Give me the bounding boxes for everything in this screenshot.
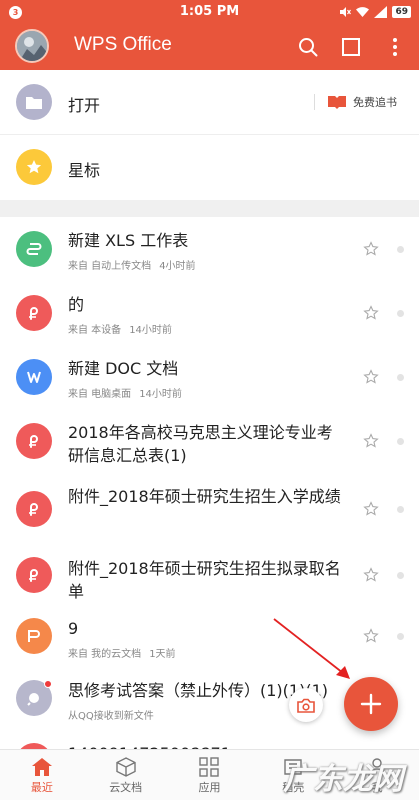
avatar[interactable] [15,29,49,63]
multi-select-icon[interactable] [340,36,362,58]
mute-icon [340,7,352,17]
signal-icon [374,6,388,18]
starred-icon [16,149,52,185]
star-icon[interactable] [363,501,379,517]
file-meta: 来自 自动上传文档 4小时前 [68,257,196,272]
nav-apps-label: 应用 [198,781,221,794]
file-source: 从QQ接收到新文件 [68,711,154,722]
pdf-file-icon [16,557,52,593]
app-bar: WPS Office [0,24,419,70]
star-icon[interactable] [363,305,379,321]
more-dot[interactable] [397,374,404,381]
star-icon[interactable] [363,628,379,644]
more-dot[interactable] [397,572,404,579]
more-dot[interactable] [397,246,404,253]
section-divider [0,200,419,217]
nav-recent-label: 最近 [30,781,53,794]
file-source: 来自 本设备 [68,325,122,336]
file-meta: 来自 电脑桌面 14小时前 [68,385,182,400]
file-meta: 来自 我的云文档 1天前 [68,645,176,660]
more-dot[interactable] [397,633,404,640]
star-icon[interactable] [363,567,379,583]
file-source: 来自 我的云文档 [68,649,142,660]
plus-icon [360,693,382,715]
nav-apps[interactable]: 应用 [168,750,252,800]
status-icons: 69 [339,5,411,19]
nav-cloud-docs-label: 云文档 [109,781,143,794]
grid-icon [199,757,220,777]
file-row[interactable]: 附件_2018年硕士研究生招生拟录取名单 [0,545,419,605]
file-name: 新建 DOC 文档 [68,359,179,378]
file-row[interactable]: 附件_2018年硕士研究生招生入学成绩 [0,473,419,545]
file-row[interactable]: 新建 XLS 工作表来自 自动上传文档 4小时前 [0,217,419,281]
file-time: 4小时前 [159,261,196,272]
home-icon [31,758,52,776]
file-meta: 来自 本设备 14小时前 [68,321,172,336]
star-icon[interactable] [363,241,379,257]
unread-dot [44,680,52,688]
free-books-label: 免费追书 [353,96,397,109]
wifi-icon [356,7,370,17]
file-name: 附件_2018年硕士研究生招生入学成绩 [68,487,341,506]
xls-file-icon [16,231,52,267]
more-options-icon[interactable] [384,36,406,58]
pdf-file-icon [16,491,52,527]
nav-recent[interactable]: 最近 [0,750,84,800]
search-icon[interactable] [297,36,319,58]
watermark: 广东龙网 [283,762,403,797]
ppt-file-icon [16,618,52,654]
qq-file-icon [16,680,52,716]
file-name: 2018年各高校马克思主义理论专业考研信息汇总表(1) [68,423,333,465]
file-name: 附件_2018年硕士研究生招生拟录取名单 [68,559,341,601]
file-row[interactable]: 新建 DOC 文档来自 电脑桌面 14小时前 [0,345,419,409]
file-source: 来自 自动上传文档 [68,261,152,272]
file-name: 的 [68,295,85,314]
divider [314,94,315,110]
star-icon[interactable] [363,433,379,449]
file-time: 1天前 [149,649,176,660]
status-bar: 3 1:05 PM 69 [0,0,419,24]
more-dot[interactable] [397,506,404,513]
more-dot[interactable] [397,438,404,445]
open-row[interactable]: 打开 免费追书 [0,70,419,135]
file-row[interactable]: 9 来自 我的云文档 1天前 [0,605,419,667]
pdf-file-icon [16,295,52,331]
open-label: 打开 [68,96,101,115]
folder-icon [16,84,52,120]
cube-icon [115,757,136,777]
star-icon[interactable] [363,369,379,385]
more-dot[interactable] [397,310,404,317]
free-books-button[interactable]: 免费追书 [314,94,397,110]
file-meta: 从QQ接收到新文件 [68,707,154,722]
book-icon [328,96,346,109]
camera-scan-button[interactable] [289,688,323,722]
file-row[interactable]: 的来自 本设备 14小时前 [0,281,419,345]
doc-file-icon [16,359,52,395]
file-source: 来自 电脑桌面 [68,389,132,400]
file-time: 14小时前 [139,389,182,400]
starred-label: 星标 [68,161,101,180]
starred-row[interactable]: 星标 [0,135,419,200]
arrow-annotation [273,618,350,679]
nav-cloud-docs[interactable]: 云文档 [84,750,168,800]
file-row[interactable]: 2018年各高校马克思主义理论专业考研信息汇总表(1) [0,409,419,473]
pdf-file-icon [16,423,52,459]
battery-level: 69 [392,6,411,18]
app-title: WPS Office [74,34,172,55]
camera-icon [297,698,315,713]
new-document-button[interactable] [344,677,398,731]
file-time: 14小时前 [129,325,172,336]
file-name: 新建 XLS 工作表 [68,231,189,250]
